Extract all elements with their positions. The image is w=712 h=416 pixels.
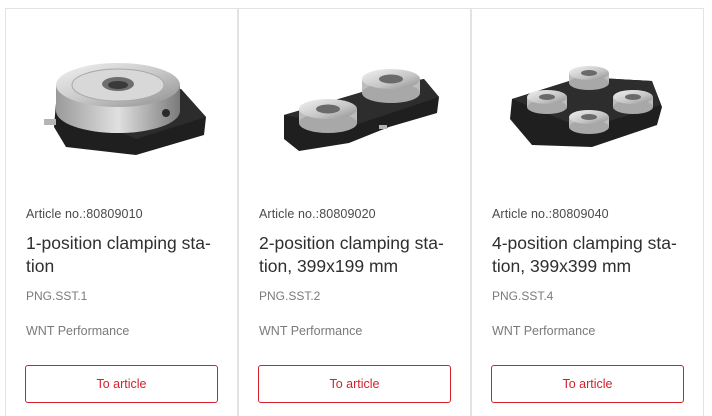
product-image-2-position-clamping-station[interactable] <box>239 47 470 167</box>
product-title[interactable]: 1-position clamping sta-tion <box>26 232 226 278</box>
product-code: PNG.SST.2 <box>259 289 321 303</box>
product-card: Article no.:80809010 1-position clamping… <box>5 8 238 416</box>
product-code: PNG.SST.4 <box>492 289 554 303</box>
product-series: WNT Performance <box>26 324 130 338</box>
product-series: WNT Performance <box>259 324 363 338</box>
article-number: Article no.:80809010 <box>26 207 143 221</box>
to-article-button[interactable]: To article <box>25 365 218 403</box>
product-card: Article no.:80809020 2-position clamping… <box>238 8 471 416</box>
to-article-button[interactable]: To article <box>258 365 451 403</box>
product-title[interactable]: 4-position clamping sta-tion, 399x399 mm <box>492 232 692 278</box>
product-title[interactable]: 2-position clamping sta-tion, 399x199 mm <box>259 232 459 278</box>
to-article-button[interactable]: To article <box>491 365 684 403</box>
article-number: Article no.:80809040 <box>492 207 609 221</box>
product-series: WNT Performance <box>492 324 596 338</box>
product-image-4-position-clamping-station[interactable] <box>472 47 703 167</box>
product-grid: Article no.:80809010 1-position clamping… <box>0 0 712 416</box>
product-code: PNG.SST.1 <box>26 289 88 303</box>
product-card: Article no.:80809040 4-position clamping… <box>471 8 704 416</box>
article-number: Article no.:80809020 <box>259 207 376 221</box>
product-image-1-position-clamping-station[interactable] <box>6 47 237 167</box>
